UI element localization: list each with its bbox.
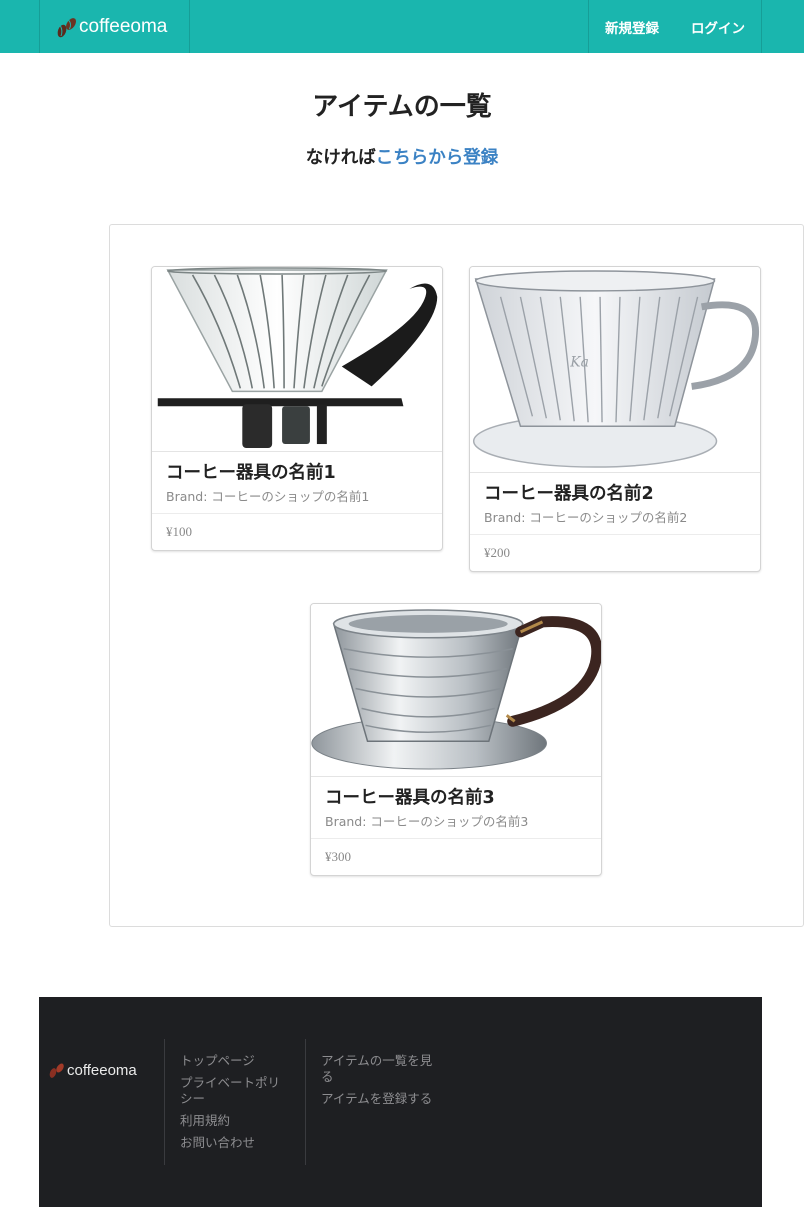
glass-dripper-image (157, 267, 438, 449)
item-price: ¥200 (484, 545, 510, 560)
page-subtitle: なければこちらから登録 (0, 144, 804, 169)
nav-links: 新規登録 ログイン (588, 0, 761, 53)
dripper-logo-mark: Ka (569, 355, 589, 371)
item-brand: Brand: コーヒーのショップの名前2 (484, 510, 688, 525)
item-body: コーヒー器具の名前2 Brand: コーヒーのショップの名前2 (470, 473, 760, 535)
item-image (311, 604, 601, 777)
footer-link-contact[interactable]: お問い合わせ (180, 1135, 292, 1151)
item-name[interactable]: コーヒー器具の名前1 (166, 462, 428, 484)
footer-links-column: トップページ プライベートポリシー 利用規約 お問い合わせ (164, 1039, 292, 1165)
brand-name: coffeeoma (79, 15, 168, 37)
navbar: coffeeoma 新規登録 ログイン (0, 0, 804, 53)
item-body: コーヒー器具の名前3 Brand: コーヒーのショップの名前3 (311, 777, 601, 839)
item-card[interactable]: コーヒー器具の名前1 Brand: コーヒーのショップの名前1 ¥100 (151, 266, 443, 551)
item-price: ¥300 (325, 849, 351, 864)
footer-links-column: アイテムの一覧を見る アイテムを登録する (305, 1039, 433, 1165)
footer-link-item-list[interactable]: アイテムの一覧を見る (321, 1053, 433, 1085)
item-name[interactable]: コーヒー器具の名前2 (484, 483, 746, 505)
coffee-bean-icon (49, 1063, 64, 1078)
signup-link[interactable]: 新規登録 (589, 0, 675, 53)
register-item-link[interactable]: こちらから登録 (376, 148, 499, 168)
item-image: Ka (470, 267, 760, 473)
login-link[interactable]: ログイン (675, 0, 761, 53)
footer: coffeeoma トップページ プライベートポリシー 利用規約 お問い合わせ … (39, 997, 762, 1207)
plastic-dripper-image: Ka (472, 270, 759, 468)
footer-link-privacy[interactable]: プライベートポリシー (180, 1075, 292, 1107)
item-image (152, 267, 442, 452)
stainless-dripper-image (311, 609, 601, 770)
coffee-bean-icon (57, 17, 76, 37)
item-card[interactable]: Ka コーヒー器具の名前2 Brand: コーヒーのショップの名前2 ¥200 (469, 266, 761, 572)
footer-brand-name: coffeeoma (67, 1061, 137, 1079)
brand-logo-link[interactable]: coffeeoma (40, 0, 190, 53)
navbar-container: coffeeoma 新規登録 ログイン (39, 0, 762, 53)
subtitle-prefix: なければ (305, 148, 376, 168)
footer-link-terms[interactable]: 利用規約 (180, 1113, 292, 1129)
item-brand: Brand: コーヒーのショップの名前3 (325, 814, 529, 829)
item-card[interactable]: コーヒー器具の名前3 Brand: コーヒーのショップの名前3 ¥300 (310, 603, 602, 876)
item-list-panel: コーヒー器具の名前1 Brand: コーヒーのショップの名前1 ¥100 Ka … (109, 224, 804, 927)
item-name[interactable]: コーヒー器具の名前3 (325, 787, 587, 809)
item-body: コーヒー器具の名前1 Brand: コーヒーのショップの名前1 (152, 452, 442, 514)
footer-link-top[interactable]: トップページ (180, 1053, 292, 1069)
footer-brand-link[interactable]: coffeeoma (47, 1059, 137, 1081)
page-title: アイテムの一覧 (312, 92, 492, 122)
footer-link-item-register[interactable]: アイテムを登録する (321, 1091, 433, 1107)
item-brand: Brand: コーヒーのショップの名前1 (166, 489, 370, 504)
item-price: ¥100 (166, 524, 192, 539)
